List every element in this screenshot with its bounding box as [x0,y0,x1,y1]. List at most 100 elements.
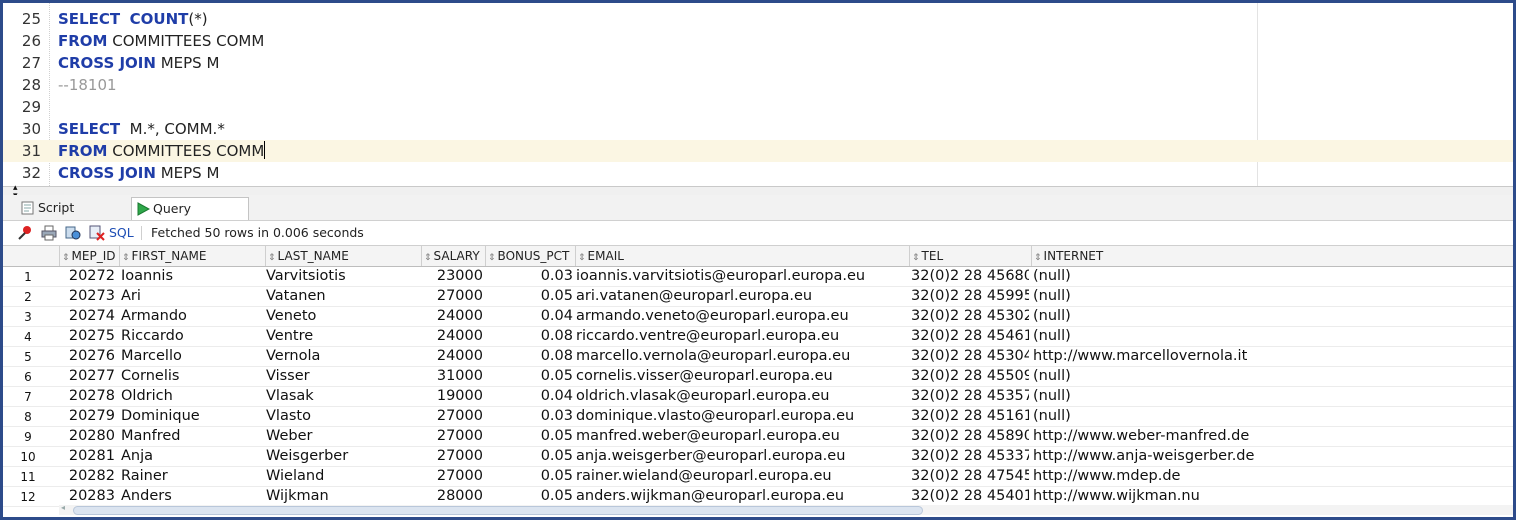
cell-email[interactable]: manfred.weber@europarl.europa.eu [576,426,907,446]
cell-tel[interactable]: 32(0)2 28 45680 [911,266,1029,286]
query-result-grid[interactable]: ⇕ MEP_ID ⇕ FIRST_NAME ⇕ LAST_NAME ⇕ SALARY ⇕… [3,245,1513,509]
row-number[interactable]: 8 [3,406,53,426]
cell-last-name[interactable]: Visser [266,366,418,386]
cell-tel[interactable]: 32(0)2 28 45337 [911,446,1029,466]
cell-last-name[interactable]: Wieland [266,466,418,486]
table-row[interactable]: 11 20282 Rainer Wieland 27000 0.05 rainer.wiel… [3,466,1513,487]
table-row[interactable]: 4 20275 Riccardo Ventre 24000 0.08 riccardo.ve… [3,326,1513,347]
cell-mep-id[interactable]: 20277 [59,366,115,386]
table-row[interactable]: 5 20276 Marcello Vernola 24000 0.08 marcello.v… [3,346,1513,367]
cell-internet[interactable]: (null) [1033,366,1509,386]
cell-last-name[interactable]: Weisgerber [266,446,418,466]
cell-bonus-pct[interactable]: 0.05 [485,366,573,386]
cell-tel[interactable]: 32(0)2 28 45890 [911,426,1029,446]
cell-first-name[interactable]: Armando [121,306,263,326]
table-row[interactable]: 3 20274 Armando Veneto 24000 0.04 armando.vene… [3,306,1513,327]
cell-internet[interactable]: http://www.marcellovernola.it [1033,346,1509,366]
table-row[interactable]: 8 20279 Dominique Vlasto 27000 0.03 dominique.… [3,406,1513,427]
cell-mep-id[interactable]: 20278 [59,386,115,406]
code-line[interactable]: 30 SELECT M.*, COMM.* [3,118,1513,140]
cell-bonus-pct[interactable]: 0.03 [485,266,573,286]
column-header-last-name[interactable]: ⇕ LAST_NAME [265,246,422,266]
code-line[interactable]: 29 [3,96,1513,118]
cell-email[interactable]: cornelis.visser@europarl.europa.eu [576,366,907,386]
cell-email[interactable]: armando.veneto@europarl.europa.eu [576,306,907,326]
cell-internet[interactable]: (null) [1033,326,1509,346]
column-header-email[interactable]: ⇕ EMAIL [575,246,910,266]
cell-salary[interactable]: 27000 [421,446,483,466]
column-header-bonus-pct[interactable]: ⇕ BONUS_PCT [485,246,576,266]
cell-internet[interactable]: (null) [1033,306,1509,326]
cell-last-name[interactable]: Vernola [266,346,418,366]
cell-mep-id[interactable]: 20279 [59,406,115,426]
cell-last-name[interactable]: Veneto [266,306,418,326]
cell-salary[interactable]: 27000 [421,286,483,306]
sort-icon[interactable]: ⇕ [912,253,920,263]
cell-mep-id[interactable]: 20283 [59,486,115,506]
tab-query-result[interactable]: Query Result× [131,197,249,241]
tab-script-output[interactable]: Script Output× [17,197,129,240]
cell-first-name[interactable]: Anja [121,446,263,466]
sort-icon[interactable]: ⇕ [62,253,70,263]
cell-internet[interactable]: http://www.anja-weisgerber.de [1033,446,1509,466]
cell-last-name[interactable]: Vatanen [266,286,418,306]
table-row[interactable]: 10 20281 Anja Weisgerber 27000 0.05 anja.weisg… [3,446,1513,467]
cell-mep-id[interactable]: 20272 [59,266,115,286]
cell-email[interactable]: dominique.vlasto@europarl.europa.eu [576,406,907,426]
cell-tel[interactable]: 32(0)2 28 45357 [911,386,1029,406]
cell-internet[interactable]: (null) [1033,266,1509,286]
table-row[interactable]: 1 20272 Ioannis Varvitsiotis 23000 0.03 ioanni… [3,266,1513,287]
cell-email[interactable]: ioannis.varvitsiotis@europarl.europa.eu [576,266,907,286]
sort-icon[interactable]: ⇕ [1034,253,1042,263]
sort-icon[interactable]: ⇕ [424,253,432,263]
code-line[interactable]: 31 FROM COMMITTEES COMM [3,140,1513,162]
pin-icon[interactable] [17,225,33,241]
cell-bonus-pct[interactable]: 0.08 [485,346,573,366]
row-number[interactable]: 4 [3,326,53,346]
cell-bonus-pct[interactable]: 0.03 [485,406,573,426]
cell-salary[interactable]: 24000 [421,306,483,326]
cell-bonus-pct[interactable]: 0.05 [485,426,573,446]
cell-email[interactable]: rainer.wieland@europarl.europa.eu [576,466,907,486]
cell-first-name[interactable]: Cornelis [121,366,263,386]
cell-salary[interactable]: 24000 [421,346,483,366]
cell-bonus-pct[interactable]: 0.05 [485,486,573,506]
cell-mep-id[interactable]: 20275 [59,326,115,346]
cell-tel[interactable]: 32(0)2 28 45401 [911,486,1029,506]
sort-icon[interactable]: ⇕ [578,253,586,263]
sort-icon[interactable]: ⇕ [122,253,130,263]
cell-internet[interactable]: (null) [1033,386,1509,406]
row-number[interactable]: 2 [3,286,53,306]
cell-salary[interactable]: 28000 [421,486,483,506]
code-line[interactable]: 27 CROSS JOIN MEPS M [3,52,1513,74]
cell-salary[interactable]: 24000 [421,326,483,346]
cell-bonus-pct[interactable]: 0.04 [485,386,573,406]
sort-icon[interactable]: ⇕ [268,253,276,263]
cell-last-name[interactable]: Vlasak [266,386,418,406]
cell-email[interactable]: ari.vatanen@europarl.europa.eu [576,286,907,306]
cell-first-name[interactable]: Riccardo [121,326,263,346]
table-row[interactable]: 9 20280 Manfred Weber 27000 0.05 manfred.weber… [3,426,1513,447]
cell-email[interactable]: anders.wijkman@europarl.europa.eu [576,486,907,506]
cell-salary[interactable]: 31000 [421,366,483,386]
row-number[interactable]: 9 [3,426,53,446]
row-number[interactable]: 7 [3,386,53,406]
code-line[interactable]: 32 CROSS JOIN MEPS M [3,162,1513,184]
table-row[interactable]: 12 20283 Anders Wijkman 28000 0.05 anders.wijk… [3,486,1513,507]
cell-first-name[interactable]: Ioannis [121,266,263,286]
cell-last-name[interactable]: Weber [266,426,418,446]
cell-internet[interactable]: http://www.wijkman.nu [1033,486,1509,506]
cell-first-name[interactable]: Rainer [121,466,263,486]
table-row[interactable]: 6 20277 Cornelis Visser 31000 0.05 cornelis.vi… [3,366,1513,387]
row-number[interactable]: 6 [3,366,53,386]
cell-mep-id[interactable]: 20280 [59,426,115,446]
cell-tel[interactable]: 32(0)2 28 45302 [911,306,1029,326]
cell-last-name[interactable]: Vlasto [266,406,418,426]
cell-last-name[interactable]: Ventre [266,326,418,346]
row-number[interactable]: 3 [3,306,53,326]
cell-tel[interactable]: 32(0)2 28 47545 [911,466,1029,486]
cell-email[interactable]: oldrich.vlasak@europarl.europa.eu [576,386,907,406]
cell-bonus-pct[interactable]: 0.05 [485,446,573,466]
row-number[interactable]: 11 [3,466,53,486]
cell-bonus-pct[interactable]: 0.05 [485,286,573,306]
